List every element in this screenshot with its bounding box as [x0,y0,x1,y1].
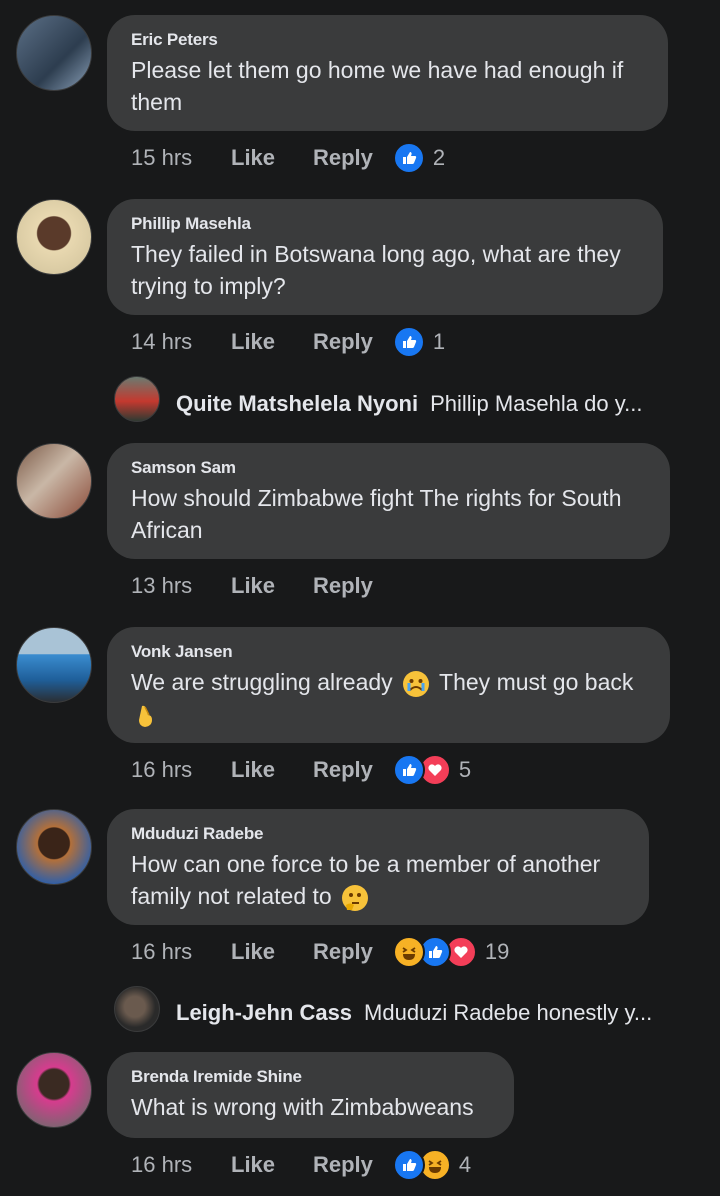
reaction-count: 4 [458,1152,472,1177]
reaction-count: 1 [432,329,446,354]
comment-text: We are struggling already They must go b… [131,666,646,730]
comment-bubble: Mduduzi Radebe How can one force to be a… [107,809,649,925]
reply-button[interactable]: Reply [313,939,373,965]
comment-time[interactable]: 16 hrs [131,939,231,965]
reactions[interactable]: 5 [392,754,472,786]
comment-author[interactable]: Vonk Jansen [131,642,646,662]
comment-actions: 16 hrs Like Reply 5 [131,754,472,786]
avatar[interactable] [16,627,92,703]
comment-author[interactable]: Eric Peters [131,30,644,50]
crossed-fingers-icon [137,704,155,728]
reaction-count: 19 [484,939,510,964]
comment-actions: 13 hrs Like Reply [131,571,393,601]
reply-button[interactable]: Reply [313,145,373,171]
comment-text: Please let them go home we have had enou… [131,57,624,115]
reactions[interactable]: 19 [392,936,510,968]
comment-time[interactable]: 14 hrs [131,329,231,355]
reaction-count: 2 [432,145,446,170]
comment-time[interactable]: 15 hrs [131,145,231,171]
comment-author[interactable]: Mduduzi Radebe [131,824,625,844]
comment-text: How should Zimbabwe fight The rights for… [131,485,622,543]
reactions[interactable]: 1 [392,326,446,358]
like-button[interactable]: Like [231,757,313,783]
comment-bubble: Phillip Masehla They failed in Botswana … [107,199,663,315]
like-button[interactable]: Like [231,145,313,171]
comment-author[interactable]: Phillip Masehla [131,214,639,234]
reply-button[interactable]: Reply [313,329,373,355]
like-button[interactable]: Like [231,1152,313,1178]
like-button[interactable]: Like [231,939,313,965]
thumbs-up-icon [392,1149,425,1181]
comment-author[interactable]: Brenda Iremide Shine [131,1067,490,1087]
comment-time[interactable]: 16 hrs [131,757,231,783]
thinking-face-icon [342,884,369,911]
comment-bubble: Samson Sam How should Zimbabwe fight The… [107,443,670,559]
avatar[interactable] [16,1052,92,1128]
reactions[interactable]: 4 [392,1149,472,1181]
reply-author[interactable]: Quite Matshelela Nyoni [176,391,418,417]
like-button[interactable]: Like [231,329,313,355]
reply-button[interactable]: Reply [313,1152,373,1178]
reply-text: Mduduzi Radebe honestly y... [364,1000,653,1025]
crying-face-icon [403,670,430,697]
comment-actions: 14 hrs Like Reply 1 [131,326,446,358]
avatar[interactable] [16,15,92,91]
comment-bubble: Vonk Jansen We are struggling already Th… [107,627,670,743]
reply-author[interactable]: Leigh-Jehn Cass [176,1000,352,1026]
comment-text: What is wrong with Zimbabweans [131,1094,474,1120]
reply-text: Phillip Masehla do y... [430,391,643,416]
reaction-count: 5 [458,757,472,782]
comment-text-part: They must go back [439,669,634,695]
thumbs-up-icon [392,326,425,358]
like-button[interactable]: Like [231,573,313,599]
avatar[interactable] [16,199,92,275]
comment-bubble: Brenda Iremide Shine What is wrong with … [107,1052,514,1138]
reply-button[interactable]: Reply [313,757,373,783]
thumbs-up-icon [392,754,425,786]
comment-bubble: Eric Peters Please let them go home we h… [107,15,668,131]
comment-author[interactable]: Samson Sam [131,458,646,478]
reply-preview[interactable]: Leigh-Jehn Cass Mduduzi Radebe honestly … [114,991,652,1035]
comment-actions: 16 hrs Like Reply 4 [131,1149,472,1181]
comment-text: They failed in Botswana long ago, what a… [131,241,621,299]
comment-time[interactable]: 16 hrs [131,1152,231,1178]
avatar[interactable] [16,809,92,885]
reply-button[interactable]: Reply [313,573,373,599]
comment-time[interactable]: 13 hrs [131,573,231,599]
reactions[interactable]: 2 [392,142,446,174]
avatar[interactable] [16,443,92,519]
comment-actions: 15 hrs Like Reply 2 [131,142,446,174]
comment-text: How can one force to be a member of anot… [131,848,625,912]
laughing-face-icon [392,936,425,968]
reply-preview[interactable]: Quite Matshelela Nyoni Phillip Masehla d… [114,382,642,426]
comment-text-part: We are struggling already [131,669,393,695]
thumbs-up-icon [392,142,425,174]
comment-actions: 16 hrs Like Reply 19 [131,936,510,968]
